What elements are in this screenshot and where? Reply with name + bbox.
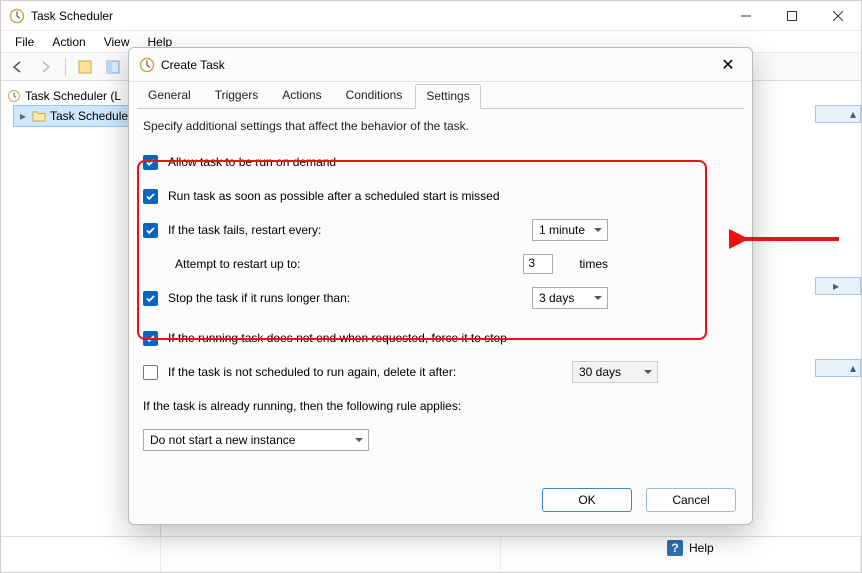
tab-settings[interactable]: Settings bbox=[415, 84, 480, 109]
tab-general[interactable]: General bbox=[137, 83, 202, 108]
attempt-label: Attempt to restart up to: bbox=[175, 257, 300, 271]
tab-triggers[interactable]: Triggers bbox=[204, 83, 270, 108]
delete-after-checkbox[interactable] bbox=[143, 365, 158, 380]
minimize-button[interactable] bbox=[723, 1, 769, 31]
create-task-dialog: Create Task ✕ General Triggers Actions C… bbox=[128, 47, 753, 525]
dialog-icon bbox=[139, 57, 155, 73]
dialog-buttons: OK Cancel bbox=[542, 488, 736, 512]
dialog-title: Create Task bbox=[161, 58, 225, 72]
folder-icon bbox=[32, 109, 46, 123]
task-scheduler-window: Task Scheduler File Action View Help ? T… bbox=[0, 0, 862, 573]
expand-icon[interactable]: ▸ bbox=[20, 109, 28, 123]
toolbar-action-icon[interactable] bbox=[74, 56, 96, 78]
rule-select[interactable]: Do not start a new instance bbox=[143, 429, 369, 451]
allow-demand-label: Allow task to be run on demand bbox=[168, 155, 336, 169]
delete-after-select: 30 days bbox=[572, 361, 658, 383]
settings-description: Specify additional settings that affect … bbox=[129, 109, 752, 137]
delete-after-label: If the task is not scheduled to run agai… bbox=[168, 365, 456, 379]
allow-demand-checkbox[interactable] bbox=[143, 155, 158, 170]
attempt-count-input[interactable]: 3 bbox=[523, 254, 553, 274]
run-asap-checkbox[interactable] bbox=[143, 189, 158, 204]
stop-longer-label: Stop the task if it runs longer than: bbox=[168, 291, 350, 305]
ok-button[interactable]: OK bbox=[542, 488, 632, 512]
annotation-arrow bbox=[729, 224, 849, 254]
stop-duration-select[interactable]: 3 days bbox=[532, 287, 608, 309]
close-button[interactable] bbox=[815, 1, 861, 31]
strip-expand-2[interactable]: ▴ bbox=[815, 359, 861, 377]
fail-restart-label: If the task fails, restart every: bbox=[168, 223, 321, 237]
fail-restart-checkbox[interactable] bbox=[143, 223, 158, 238]
tree-root-label: Task Scheduler (L bbox=[25, 89, 121, 103]
dialog-titlebar: Create Task ✕ bbox=[129, 48, 752, 82]
menu-action[interactable]: Action bbox=[44, 33, 93, 51]
cancel-button[interactable]: Cancel bbox=[646, 488, 736, 512]
actions-strip: ▴ ▸ ▴ bbox=[813, 83, 861, 572]
status-bar bbox=[1, 536, 861, 572]
attempt-suffix: times bbox=[579, 257, 608, 271]
tree-library-label: Task Schedule bbox=[50, 109, 128, 123]
tab-conditions[interactable]: Conditions bbox=[335, 83, 414, 108]
run-asap-label: Run task as soon as possible after a sch… bbox=[168, 189, 500, 203]
strip-expand-1[interactable]: ▴ bbox=[815, 105, 861, 123]
window-title: Task Scheduler bbox=[31, 9, 113, 23]
force-stop-checkbox[interactable] bbox=[143, 331, 158, 346]
force-stop-label: If the running task does not end when re… bbox=[168, 331, 507, 345]
titlebar: Task Scheduler bbox=[1, 1, 861, 31]
strip-more[interactable]: ▸ bbox=[815, 277, 861, 295]
maximize-button[interactable] bbox=[769, 1, 815, 31]
app-icon bbox=[9, 8, 25, 24]
dialog-tabs: General Triggers Actions Conditions Sett… bbox=[129, 82, 752, 108]
clock-icon bbox=[7, 89, 21, 103]
tab-actions[interactable]: Actions bbox=[271, 83, 332, 108]
nav-back-button[interactable] bbox=[7, 56, 29, 78]
stop-longer-checkbox[interactable] bbox=[143, 291, 158, 306]
nav-forward-button[interactable] bbox=[35, 56, 57, 78]
settings-form: Allow task to be run on demand Run task … bbox=[129, 137, 752, 457]
dialog-close-button[interactable]: ✕ bbox=[714, 51, 742, 79]
menu-file[interactable]: File bbox=[7, 33, 42, 51]
rule-label: If the task is already running, then the… bbox=[143, 399, 461, 413]
toolbar-panel-icon[interactable] bbox=[102, 56, 124, 78]
restart-interval-select[interactable]: 1 minute bbox=[532, 219, 608, 241]
